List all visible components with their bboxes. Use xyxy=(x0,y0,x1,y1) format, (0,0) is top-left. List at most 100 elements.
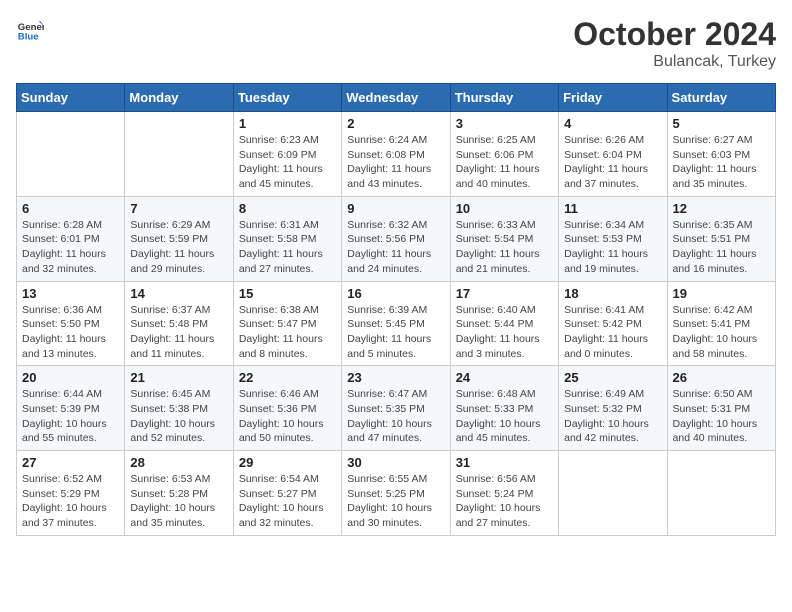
day-info: Sunrise: 6:45 AM Sunset: 5:38 PM Dayligh… xyxy=(130,387,227,446)
weekday-header-wednesday: Wednesday xyxy=(342,84,450,112)
calendar-cell xyxy=(125,112,233,197)
day-number: 28 xyxy=(130,455,227,470)
day-info: Sunrise: 6:23 AM Sunset: 6:09 PM Dayligh… xyxy=(239,133,336,192)
weekday-header-friday: Friday xyxy=(559,84,667,112)
day-info: Sunrise: 6:26 AM Sunset: 6:04 PM Dayligh… xyxy=(564,133,661,192)
calendar-cell xyxy=(667,451,775,536)
day-number: 22 xyxy=(239,370,336,385)
day-number: 15 xyxy=(239,286,336,301)
calendar-cell: 21 Sunrise: 6:45 AM Sunset: 5:38 PM Dayli… xyxy=(125,366,233,451)
day-number: 10 xyxy=(456,201,553,216)
day-number: 27 xyxy=(22,455,119,470)
day-info: Sunrise: 6:52 AM Sunset: 5:29 PM Dayligh… xyxy=(22,472,119,531)
day-info: Sunrise: 6:28 AM Sunset: 6:01 PM Dayligh… xyxy=(22,218,119,277)
day-info: Sunrise: 6:31 AM Sunset: 5:58 PM Dayligh… xyxy=(239,218,336,277)
week-row-4: 20 Sunrise: 6:44 AM Sunset: 5:39 PM Dayli… xyxy=(17,366,776,451)
day-info: Sunrise: 6:42 AM Sunset: 5:41 PM Dayligh… xyxy=(673,303,770,362)
day-info: Sunrise: 6:35 AM Sunset: 5:51 PM Dayligh… xyxy=(673,218,770,277)
title-area: October 2024 Bulancak, Turkey xyxy=(573,16,776,71)
day-number: 25 xyxy=(564,370,661,385)
day-number: 24 xyxy=(456,370,553,385)
day-info: Sunrise: 6:55 AM Sunset: 5:25 PM Dayligh… xyxy=(347,472,444,531)
weekday-header-saturday: Saturday xyxy=(667,84,775,112)
day-number: 19 xyxy=(673,286,770,301)
day-number: 17 xyxy=(456,286,553,301)
weekday-header-row: SundayMondayTuesdayWednesdayThursdayFrid… xyxy=(17,84,776,112)
calendar-cell: 22 Sunrise: 6:46 AM Sunset: 5:36 PM Dayli… xyxy=(233,366,341,451)
day-number: 13 xyxy=(22,286,119,301)
logo: General Blue xyxy=(16,16,44,44)
calendar-cell: 15 Sunrise: 6:38 AM Sunset: 5:47 PM Dayli… xyxy=(233,281,341,366)
calendar-cell: 30 Sunrise: 6:55 AM Sunset: 5:25 PM Dayli… xyxy=(342,451,450,536)
day-info: Sunrise: 6:33 AM Sunset: 5:54 PM Dayligh… xyxy=(456,218,553,277)
day-info: Sunrise: 6:27 AM Sunset: 6:03 PM Dayligh… xyxy=(673,133,770,192)
calendar-cell: 20 Sunrise: 6:44 AM Sunset: 5:39 PM Dayli… xyxy=(17,366,125,451)
calendar-cell xyxy=(559,451,667,536)
calendar-cell: 1 Sunrise: 6:23 AM Sunset: 6:09 PM Daylig… xyxy=(233,112,341,197)
day-info: Sunrise: 6:29 AM Sunset: 5:59 PM Dayligh… xyxy=(130,218,227,277)
day-info: Sunrise: 6:41 AM Sunset: 5:42 PM Dayligh… xyxy=(564,303,661,362)
week-row-2: 6 Sunrise: 6:28 AM Sunset: 6:01 PM Daylig… xyxy=(17,196,776,281)
calendar-cell: 12 Sunrise: 6:35 AM Sunset: 5:51 PM Dayli… xyxy=(667,196,775,281)
day-info: Sunrise: 6:49 AM Sunset: 5:32 PM Dayligh… xyxy=(564,387,661,446)
weekday-header-tuesday: Tuesday xyxy=(233,84,341,112)
calendar-cell: 28 Sunrise: 6:53 AM Sunset: 5:28 PM Dayli… xyxy=(125,451,233,536)
day-number: 4 xyxy=(564,116,661,131)
location-title: Bulancak, Turkey xyxy=(573,53,776,71)
weekday-header-sunday: Sunday xyxy=(17,84,125,112)
calendar-cell: 27 Sunrise: 6:52 AM Sunset: 5:29 PM Dayli… xyxy=(17,451,125,536)
calendar: SundayMondayTuesdayWednesdayThursdayFrid… xyxy=(16,83,776,536)
day-info: Sunrise: 6:46 AM Sunset: 5:36 PM Dayligh… xyxy=(239,387,336,446)
day-info: Sunrise: 6:48 AM Sunset: 5:33 PM Dayligh… xyxy=(456,387,553,446)
calendar-cell: 11 Sunrise: 6:34 AM Sunset: 5:53 PM Dayli… xyxy=(559,196,667,281)
day-info: Sunrise: 6:36 AM Sunset: 5:50 PM Dayligh… xyxy=(22,303,119,362)
day-info: Sunrise: 6:53 AM Sunset: 5:28 PM Dayligh… xyxy=(130,472,227,531)
svg-text:Blue: Blue xyxy=(18,32,39,43)
day-number: 16 xyxy=(347,286,444,301)
weekday-header-thursday: Thursday xyxy=(450,84,558,112)
calendar-cell: 9 Sunrise: 6:32 AM Sunset: 5:56 PM Daylig… xyxy=(342,196,450,281)
calendar-cell: 13 Sunrise: 6:36 AM Sunset: 5:50 PM Dayli… xyxy=(17,281,125,366)
calendar-cell: 3 Sunrise: 6:25 AM Sunset: 6:06 PM Daylig… xyxy=(450,112,558,197)
calendar-cell: 4 Sunrise: 6:26 AM Sunset: 6:04 PM Daylig… xyxy=(559,112,667,197)
calendar-cell: 2 Sunrise: 6:24 AM Sunset: 6:08 PM Daylig… xyxy=(342,112,450,197)
day-number: 29 xyxy=(239,455,336,470)
day-number: 23 xyxy=(347,370,444,385)
day-number: 30 xyxy=(347,455,444,470)
day-number: 20 xyxy=(22,370,119,385)
day-number: 26 xyxy=(673,370,770,385)
day-info: Sunrise: 6:24 AM Sunset: 6:08 PM Dayligh… xyxy=(347,133,444,192)
calendar-cell xyxy=(17,112,125,197)
calendar-cell: 25 Sunrise: 6:49 AM Sunset: 5:32 PM Dayli… xyxy=(559,366,667,451)
day-info: Sunrise: 6:54 AM Sunset: 5:27 PM Dayligh… xyxy=(239,472,336,531)
week-row-1: 1 Sunrise: 6:23 AM Sunset: 6:09 PM Daylig… xyxy=(17,112,776,197)
day-number: 2 xyxy=(347,116,444,131)
calendar-cell: 6 Sunrise: 6:28 AM Sunset: 6:01 PM Daylig… xyxy=(17,196,125,281)
day-info: Sunrise: 6:44 AM Sunset: 5:39 PM Dayligh… xyxy=(22,387,119,446)
day-number: 3 xyxy=(456,116,553,131)
day-number: 11 xyxy=(564,201,661,216)
calendar-cell: 17Sunrise: 6:40 AM Sunset: 5:44 PM Dayli… xyxy=(450,281,558,366)
calendar-cell: 24 Sunrise: 6:48 AM Sunset: 5:33 PM Dayli… xyxy=(450,366,558,451)
calendar-cell: 5 Sunrise: 6:27 AM Sunset: 6:03 PM Daylig… xyxy=(667,112,775,197)
calendar-cell: 10 Sunrise: 6:33 AM Sunset: 5:54 PM Dayli… xyxy=(450,196,558,281)
day-number: 12 xyxy=(673,201,770,216)
logo-icon: General Blue xyxy=(16,16,44,44)
day-number: 21 xyxy=(130,370,227,385)
day-number: 1 xyxy=(239,116,336,131)
day-info: Sunrise: 6:47 AM Sunset: 5:35 PM Dayligh… xyxy=(347,387,444,446)
day-number: 18 xyxy=(564,286,661,301)
day-info: Sunrise: 6:38 AM Sunset: 5:47 PM Dayligh… xyxy=(239,303,336,362)
day-info: Sunrise: 6:32 AM Sunset: 5:56 PM Dayligh… xyxy=(347,218,444,277)
day-number: 6 xyxy=(22,201,119,216)
day-info: Sunrise: 6:25 AM Sunset: 6:06 PM Dayligh… xyxy=(456,133,553,192)
calendar-cell: 19 Sunrise: 6:42 AM Sunset: 5:41 PM Dayli… xyxy=(667,281,775,366)
day-number: 9 xyxy=(347,201,444,216)
calendar-cell: 14Sunrise: 6:37 AM Sunset: 5:48 PM Dayli… xyxy=(125,281,233,366)
calendar-cell: 23 Sunrise: 6:47 AM Sunset: 5:35 PM Dayli… xyxy=(342,366,450,451)
day-number: 5 xyxy=(673,116,770,131)
day-info: Sunrise: 6:34 AM Sunset: 5:53 PM Dayligh… xyxy=(564,218,661,277)
day-number: 8 xyxy=(239,201,336,216)
calendar-cell: 16Sunrise: 6:39 AM Sunset: 5:45 PM Dayli… xyxy=(342,281,450,366)
week-row-5: 27 Sunrise: 6:52 AM Sunset: 5:29 PM Dayli… xyxy=(17,451,776,536)
